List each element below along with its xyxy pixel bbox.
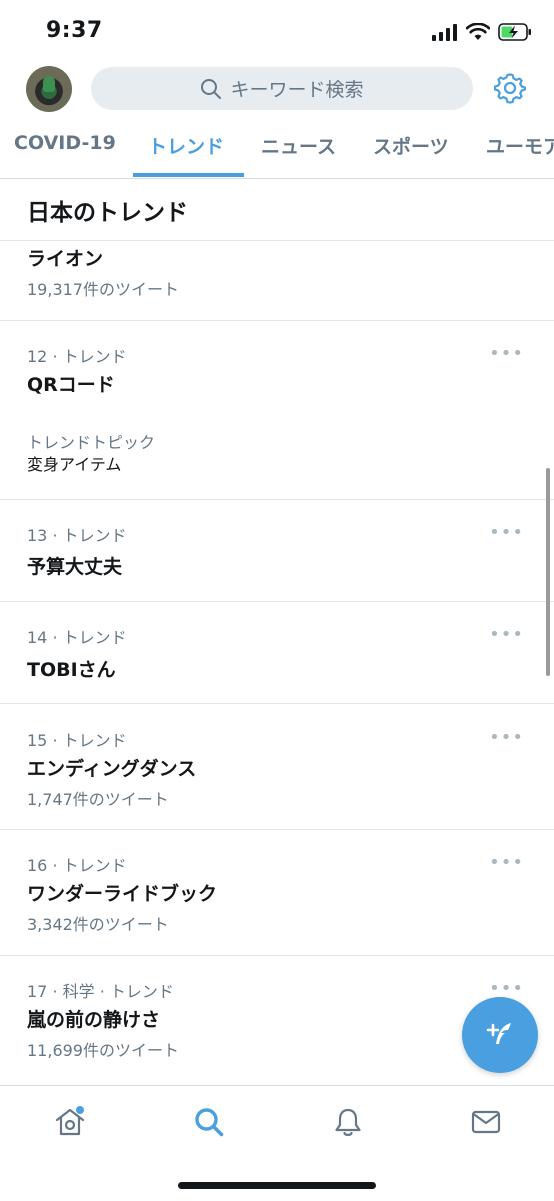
tab-trends[interactable]: トレンド: [148, 132, 224, 159]
divider: [0, 955, 554, 956]
divider: [0, 601, 554, 602]
tab-sports[interactable]: スポーツ: [373, 132, 449, 159]
more-options-icon[interactable]: •••: [489, 854, 524, 872]
trend-name[interactable]: QRコード: [27, 370, 115, 397]
more-options-icon[interactable]: •••: [489, 980, 524, 998]
more-options-icon[interactable]: •••: [489, 729, 524, 747]
wifi-icon: [466, 23, 490, 40]
trend-meta: 12 · トレンド: [27, 347, 127, 366]
status-icons: [432, 20, 532, 44]
tab-covid19[interactable]: COVID-19: [14, 132, 116, 154]
trend-name[interactable]: 嵐の前の静けさ: [27, 1005, 160, 1032]
trend-name[interactable]: ワンダーライドブック: [27, 879, 217, 906]
scrollbar[interactable]: [546, 468, 550, 676]
section-title: 日本のトレンド: [27, 200, 188, 226]
tab-humor[interactable]: ユーモア: [486, 132, 554, 159]
avatar[interactable]: [26, 66, 72, 112]
divider: [0, 240, 554, 241]
trend-meta: 17 · 科学 · トレンド: [27, 982, 174, 1001]
compose-tweet-button[interactable]: [462, 997, 538, 1073]
trend-meta: 15 · トレンド: [27, 731, 127, 750]
search-icon[interactable]: [193, 1106, 225, 1138]
home-indicator: [178, 1182, 376, 1189]
active-tab-indicator: [133, 173, 244, 177]
trend-count: 19,317件のツイート: [27, 280, 179, 299]
gear-icon[interactable]: [494, 72, 526, 104]
trend-name[interactable]: ライオン: [27, 244, 103, 271]
more-options-icon[interactable]: •••: [489, 345, 524, 363]
search-placeholder: キーワード検索: [230, 79, 364, 101]
trend-topic-value[interactable]: 変身アイテム: [27, 451, 121, 475]
search-input[interactable]: キーワード検索: [91, 67, 473, 110]
more-options-icon[interactable]: •••: [489, 524, 524, 542]
trend-count: 1,747件のツイート: [27, 790, 169, 809]
more-options-icon[interactable]: •••: [489, 626, 524, 644]
bell-icon[interactable]: [332, 1106, 364, 1138]
divider: [0, 499, 554, 500]
divider: [0, 703, 554, 704]
signal-icon: [432, 24, 457, 41]
compose-quill-icon: [486, 1023, 511, 1044]
home-icon[interactable]: [54, 1106, 86, 1138]
trend-topic-label: トレンドトピック: [27, 433, 156, 452]
trend-name[interactable]: 予算大丈夫: [27, 552, 122, 579]
trend-meta: 14 · トレンド: [27, 628, 127, 647]
trend-count: 11,699件のツイート: [27, 1041, 179, 1060]
trend-name[interactable]: エンディングダンス: [27, 754, 196, 781]
trend-meta: 16 · トレンド: [27, 856, 127, 875]
battery-charging-icon: [498, 23, 531, 41]
divider: [0, 320, 554, 321]
trend-name[interactable]: TOBIさん: [27, 655, 116, 682]
status-time: 9:37: [46, 18, 103, 43]
mail-icon[interactable]: [470, 1106, 502, 1138]
search-icon: [201, 78, 222, 99]
trend-count: 3,342件のツイート: [27, 915, 169, 934]
divider: [0, 829, 554, 830]
trend-meta: 13 · トレンド: [27, 526, 127, 545]
tab-news[interactable]: ニュース: [261, 132, 336, 159]
tab-bar: COVID-19 トレンド ニュース スポーツ ユーモア: [0, 118, 554, 179]
